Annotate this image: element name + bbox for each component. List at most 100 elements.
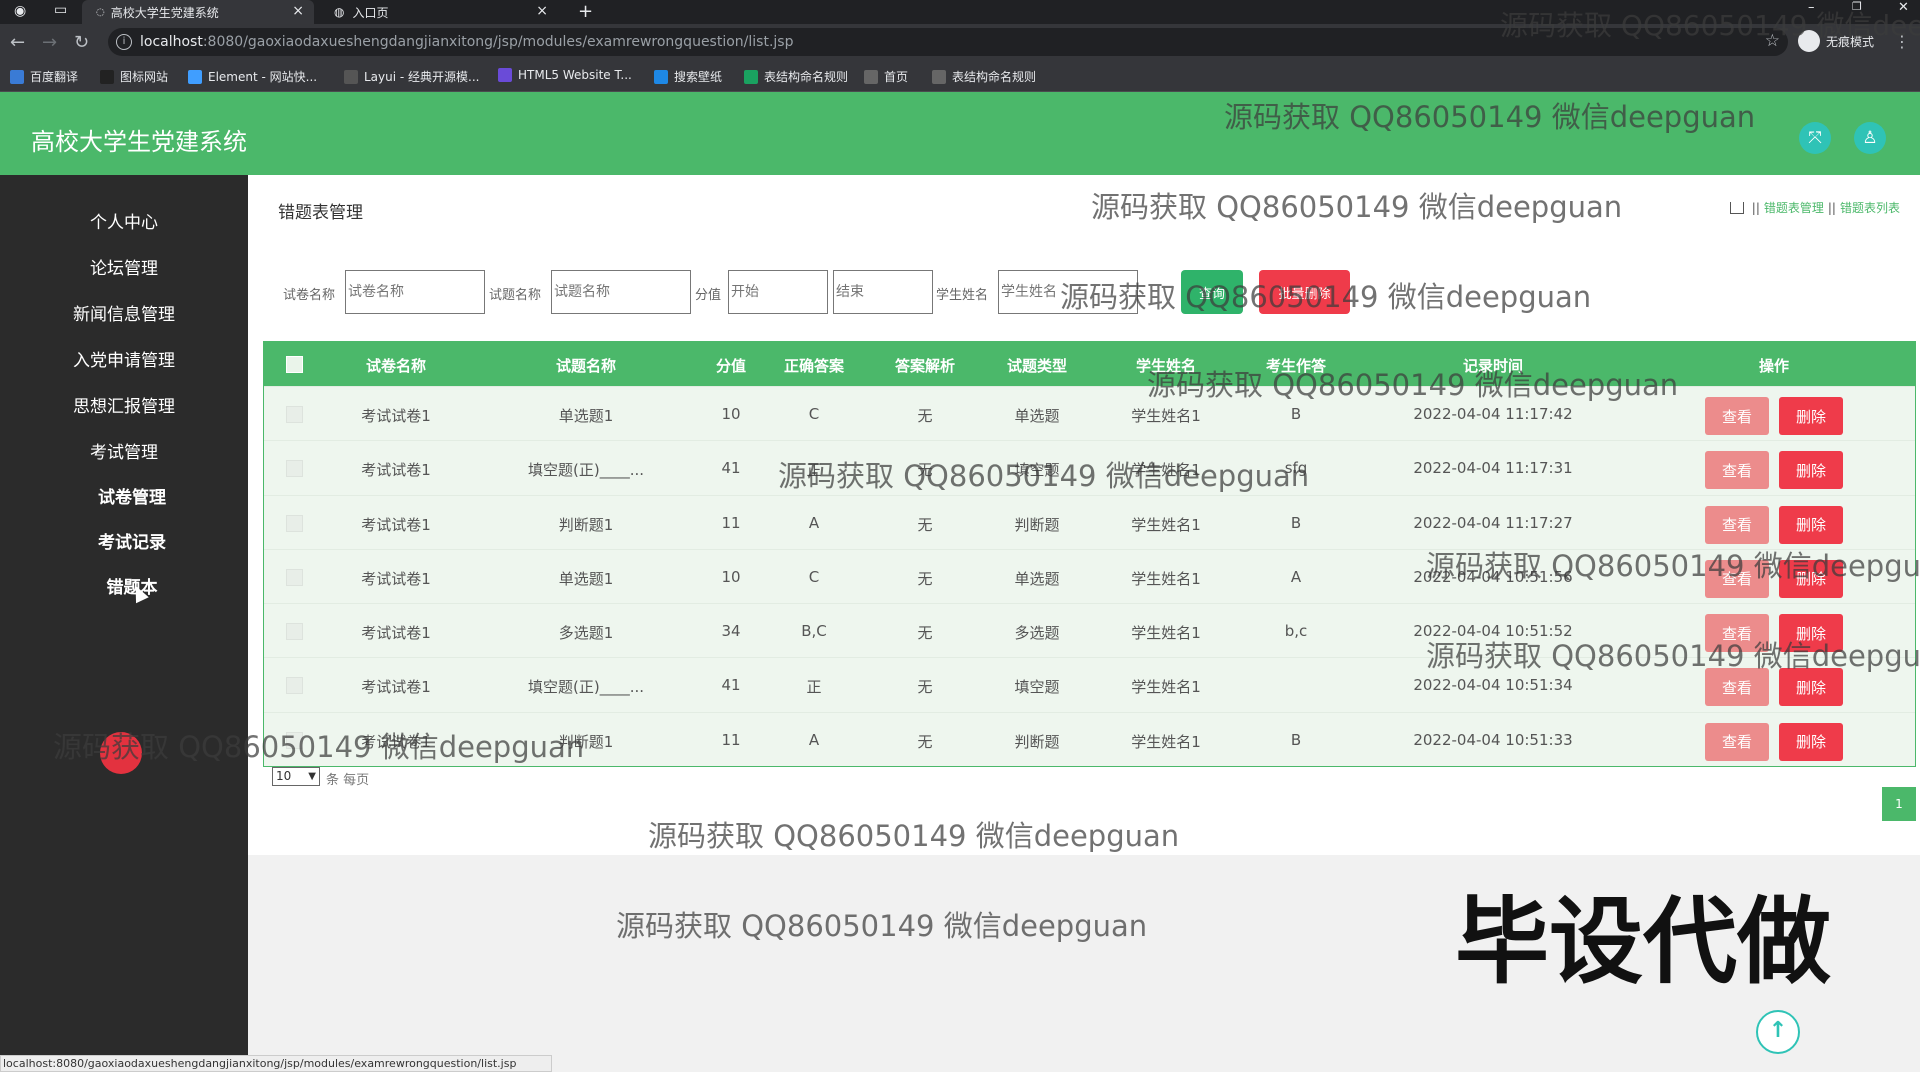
- cell-question-name: 单选题1: [558, 407, 614, 425]
- page-size-select[interactable]: 10 ▼: [272, 767, 320, 786]
- search-button[interactable]: 查询: [1181, 270, 1243, 314]
- new-tab-button[interactable]: +: [578, 1, 593, 22]
- cell-question-name: 多选题1: [558, 624, 614, 643]
- address-bar[interactable]: i localhost:8080/gaoxiaodaxueshengdangji…: [108, 28, 1788, 56]
- sidebar-item-party-application[interactable]: 入党申请管理: [0, 346, 248, 371]
- bookmark-item[interactable]: 搜索壁纸: [654, 68, 722, 85]
- cell-analysis: 无: [917, 624, 933, 643]
- cell-paper-name: 考试试卷1: [361, 569, 431, 588]
- batch-delete-button[interactable]: 批量删除: [1259, 270, 1350, 314]
- bookmark-item[interactable]: Element - 网站快...: [188, 68, 317, 85]
- bookmark-label: 首页: [884, 70, 909, 84]
- cell-record-time: 2022-04-04 10:51:33: [1413, 730, 1573, 749]
- browser-menu-icon[interactable]: ⋮: [1894, 32, 1910, 51]
- page-number-button[interactable]: 1: [1882, 787, 1916, 821]
- row-checkbox[interactable]: [286, 568, 303, 586]
- tab-title: 入口页: [352, 5, 389, 20]
- row-checkbox[interactable]: [286, 460, 303, 478]
- sidebar-item-exam-paper[interactable]: 试卷管理: [8, 483, 256, 508]
- view-button[interactable]: 查看: [1705, 722, 1769, 761]
- row-checkbox[interactable]: [286, 677, 303, 695]
- flag-icon: [100, 69, 114, 84]
- view-button[interactable]: 查看: [1705, 559, 1769, 598]
- view-button[interactable]: 查看: [1705, 614, 1769, 653]
- cell-correct-answer: 正: [806, 461, 822, 480]
- delete-button[interactable]: 删除: [1779, 614, 1843, 653]
- delete-button[interactable]: 删除: [1779, 505, 1843, 544]
- col-score: 分值: [715, 357, 747, 375]
- delete-button[interactable]: 删除: [1779, 668, 1843, 707]
- paper-name-input[interactable]: [345, 270, 485, 314]
- col-question-name: 试题名称: [555, 357, 617, 375]
- cell-correct-answer: A: [808, 513, 820, 532]
- sidebar-item-personal-center[interactable]: 个人中心: [0, 208, 248, 233]
- tab-inactive[interactable]: ◍ 入口页 ×: [326, 0, 558, 24]
- row-checkbox[interactable]: [286, 623, 303, 641]
- doc-icon: [744, 69, 758, 84]
- cell-question-type: 判断题: [1014, 732, 1060, 751]
- row-checkbox[interactable]: [286, 514, 303, 532]
- chevron-down-icon: ▼: [308, 771, 316, 782]
- col-response: 考生作答: [1265, 357, 1327, 375]
- tab-close-icon[interactable]: ×: [536, 3, 548, 19]
- row-checkbox[interactable]: [286, 731, 303, 749]
- tab-close-icon[interactable]: ×: [292, 3, 304, 19]
- sidebar-item-exam-record[interactable]: 考试记录: [8, 528, 256, 553]
- view-button[interactable]: 查看: [1705, 451, 1769, 490]
- back-arrow-icon[interactable]: ←: [10, 32, 25, 53]
- delete-button[interactable]: 删除: [1779, 722, 1843, 761]
- sidebar-item-thought-report[interactable]: 思想汇报管理: [0, 392, 248, 417]
- cell-question-type: 判断题: [1014, 515, 1060, 534]
- delete-button[interactable]: 删除: [1779, 451, 1843, 490]
- home-icon[interactable]: [1729, 201, 1744, 214]
- fullscreen-icon[interactable]: ⤧: [1799, 122, 1831, 154]
- score-end-input[interactable]: [833, 270, 933, 314]
- app-header: 高校大学生党建系统 ⤧ ♙: [0, 92, 1920, 175]
- student-name-input[interactable]: [998, 270, 1138, 314]
- bookmark-item[interactable]: 表结构命名规则: [932, 68, 1036, 85]
- bookmark-item[interactable]: Layui - 经典开源模...: [344, 68, 479, 85]
- tab-active[interactable]: ◌ 高校大学生党建系统 ×: [82, 0, 314, 24]
- score-start-input[interactable]: [728, 270, 828, 314]
- bookmark-item[interactable]: HTML5 Website T...: [498, 68, 632, 82]
- forward-arrow-icon[interactable]: →: [42, 32, 57, 53]
- bookmark-item[interactable]: 百度翻译: [10, 68, 78, 85]
- breadcrumb-item[interactable]: 错题表列表: [1840, 199, 1900, 216]
- incognito-indicator[interactable]: 无痕模式: [1798, 30, 1874, 52]
- cell-paper-name: 考试试卷1: [361, 624, 431, 643]
- view-button[interactable]: 查看: [1705, 397, 1769, 435]
- user-icon[interactable]: ♙: [1854, 122, 1886, 154]
- sidebar-item-exam[interactable]: 考试管理: [0, 438, 248, 463]
- back-to-top-icon[interactable]: ↑: [1756, 1010, 1800, 1054]
- incognito-icon: [1798, 30, 1820, 52]
- view-button[interactable]: 查看: [1705, 668, 1769, 707]
- reload-icon[interactable]: ↻: [74, 32, 89, 53]
- row-checkbox[interactable]: [286, 406, 303, 423]
- cell-question-name: 填空题(正)____...: [527, 678, 645, 697]
- cell-score: 10: [721, 567, 741, 586]
- restore-button[interactable]: ❐: [1852, 0, 1862, 13]
- cell-paper-name: 考试试卷1: [361, 461, 431, 480]
- question-name-input[interactable]: [551, 270, 691, 314]
- view-button[interactable]: 查看: [1705, 505, 1769, 544]
- info-icon[interactable]: i: [116, 34, 132, 50]
- minimize-button[interactable]: –: [1808, 0, 1815, 15]
- cell-score: 34: [721, 622, 741, 641]
- breadcrumb-item[interactable]: 错题表管理: [1764, 199, 1824, 216]
- bookmark-label: Layui - 经典开源模...: [364, 70, 480, 84]
- score-label: 分值: [695, 288, 722, 303]
- bookmark-star-icon[interactable]: ☆: [1765, 31, 1780, 51]
- select-all-checkbox[interactable]: [286, 356, 303, 373]
- bookmark-item[interactable]: 图标网站: [100, 68, 168, 85]
- cell-paper-name: 考试试卷1: [361, 678, 431, 697]
- bookmark-item[interactable]: 首页: [864, 68, 908, 85]
- cell-score: 11: [721, 730, 741, 749]
- sidebar-item-news[interactable]: 新闻信息管理: [0, 300, 248, 325]
- bookmark-item[interactable]: 表结构命名规则: [744, 68, 848, 85]
- sidebar-item-forum[interactable]: 论坛管理: [0, 254, 248, 279]
- browser-status-url: localhost:8080/gaoxiaodaxueshengdangjian…: [0, 1055, 552, 1072]
- delete-button[interactable]: 删除: [1779, 559, 1843, 598]
- close-window-button[interactable]: ✕: [1898, 0, 1909, 15]
- tab-search-icon[interactable]: ▭: [54, 2, 67, 18]
- delete-button[interactable]: 删除: [1779, 397, 1843, 435]
